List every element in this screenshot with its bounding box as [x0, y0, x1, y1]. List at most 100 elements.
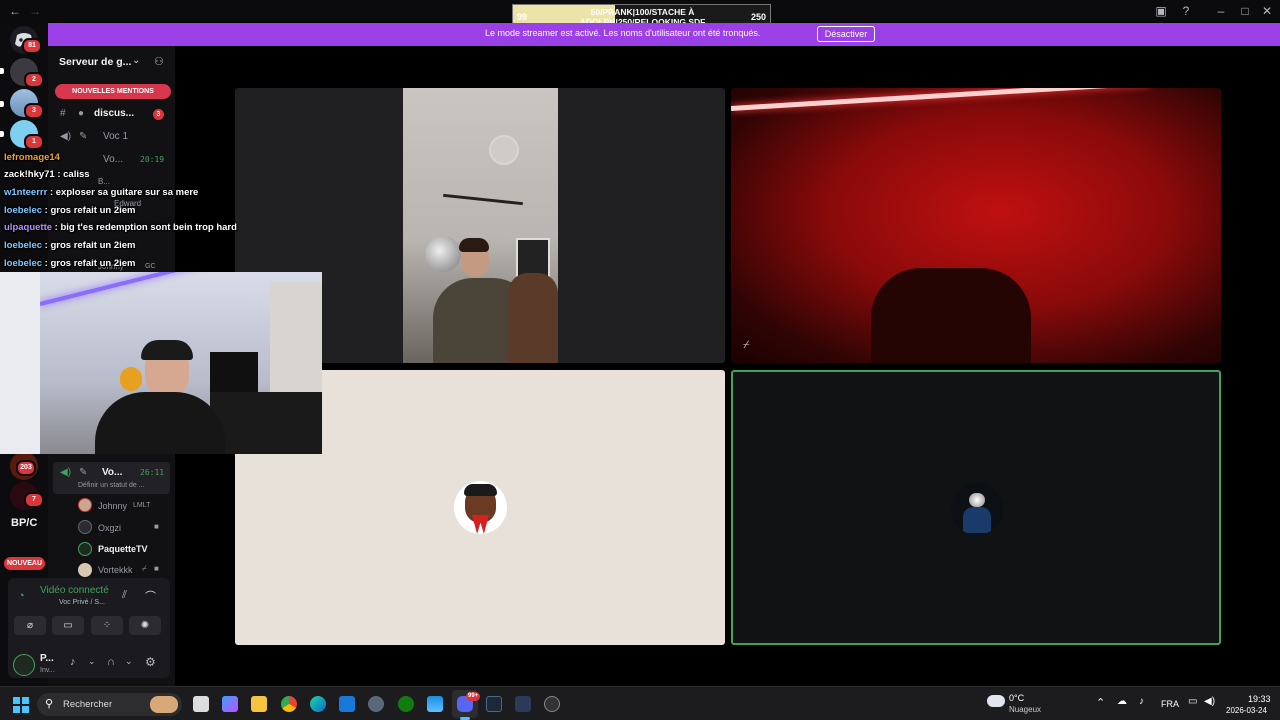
invite-people-icon[interactable]: ⚇ [154, 55, 164, 68]
avatar [78, 520, 92, 534]
windows-taskbar: ⚲ Rechercher 99+ 0°C Nuageux ⌃ ☁ ♪ FRA ▭… [0, 686, 1280, 720]
goal-target-value: 250 [750, 12, 766, 22]
new-mentions-pill[interactable]: NOUVELLES MENTIONS [55, 84, 171, 99]
camera-icon: ■ [154, 522, 159, 531]
settings-app-icon[interactable] [368, 696, 384, 712]
mail-icon[interactable] [339, 696, 355, 712]
figurine [120, 367, 142, 391]
activities-button[interactable]: ⁘ [91, 616, 123, 635]
clock-time[interactable]: 19:33 [1248, 694, 1271, 704]
minimize-icon[interactable]: – [1212, 0, 1230, 22]
windows-start-icon[interactable] [13, 697, 29, 713]
gear-icon[interactable]: ⚙ [145, 655, 156, 669]
speech-bubble-icon: ● [78, 108, 85, 119]
microphone-icon[interactable]: ♪ [70, 656, 76, 668]
soundboard-button[interactable]: ✺ [129, 616, 161, 635]
microphone-tray-icon[interactable]: ♪ [1139, 696, 1144, 707]
chat-message: ulpaquette : big t'es redemption sont be… [4, 222, 237, 233]
text-channel-name[interactable]: discus... [94, 108, 134, 119]
goal-line-1: 50/PRANK|100/STACHE À [590, 7, 695, 17]
chat-text: : exploser sa guitare sur sa mere [49, 187, 199, 198]
user-name[interactable]: P... [40, 653, 54, 664]
video-tile-speaking[interactable] [731, 370, 1221, 645]
member-name[interactable]: B... [98, 177, 110, 186]
cloud-icon [987, 695, 1005, 707]
chevron-down-icon[interactable]: ⌄ [125, 656, 133, 667]
user-avatar[interactable] [13, 654, 35, 676]
chat-username: loebelec [4, 240, 43, 251]
chevron-up-icon[interactable]: ⌃ [1096, 696, 1105, 709]
camera-off-button[interactable]: ⌀ [14, 616, 46, 635]
muted-icon: ⌿ [142, 564, 147, 573]
chat-username: w1nteerrr [4, 187, 48, 198]
volume-icon[interactable]: ◀) [1204, 696, 1215, 707]
avatar [78, 563, 92, 577]
server-name[interactable]: Serveur de g... [59, 56, 131, 68]
voice-channel-name[interactable]: Vo... [103, 154, 123, 165]
chat-message: w1nteerrr : exploser sa guitare sur sa m… [4, 187, 198, 198]
language-indicator[interactable]: FRA [1161, 699, 1179, 709]
help-icon[interactable]: ? [1177, 0, 1195, 22]
avatar [78, 498, 92, 512]
obs-icon[interactable] [544, 696, 560, 712]
display-tray-icon[interactable]: ▭ [1188, 696, 1197, 707]
weather-temp[interactable]: 0°C [1009, 693, 1024, 703]
task-view-icon[interactable] [193, 696, 209, 712]
monitor [210, 352, 258, 392]
steam-icon[interactable] [486, 696, 502, 712]
desk [210, 392, 322, 454]
noise-suppression-icon[interactable]: ⫽ [122, 589, 127, 602]
chevron-down-icon[interactable]: ⌄ [88, 656, 96, 667]
member-name[interactable]: Johnny [98, 501, 127, 511]
close-window-icon[interactable]: ✕ [1258, 0, 1276, 22]
poster [516, 238, 550, 278]
streamer-mode-banner: Le mode streamer est activé. Les noms d'… [48, 23, 1280, 46]
server-text-icon[interactable]: BP/C [11, 517, 37, 529]
chat-username: loebelec [4, 258, 43, 269]
search-highlight-icon [150, 696, 178, 713]
disconnect-icon[interactable]: ⌒ [145, 588, 156, 604]
app-icon[interactable] [515, 696, 531, 712]
member-name[interactable]: Vortekkk [98, 565, 133, 575]
chevron-down-icon[interactable]: ⌄ [132, 55, 140, 66]
clock-date[interactable]: 2026-03-24 [1226, 706, 1267, 715]
edge-icon[interactable] [310, 696, 326, 712]
chat-username: zack!hky71 [4, 169, 55, 180]
xbox-icon[interactable] [398, 696, 414, 712]
video-tile[interactable]: ⌿ [731, 88, 1221, 363]
discord-taskbar-badge: 99+ [466, 692, 481, 701]
voice-channel-name[interactable]: Voc 1 [103, 131, 128, 142]
headphones-icon[interactable]: ∩ [107, 656, 115, 668]
member-name[interactable]: PaquetteTV [98, 544, 148, 554]
taskbar-search[interactable]: ⚲ Rechercher [37, 693, 182, 716]
avatar-figure-body [963, 507, 991, 533]
streamer-hair [141, 340, 193, 360]
file-explorer-icon[interactable] [251, 696, 267, 712]
back-arrow-icon[interactable]: ← [6, 0, 24, 22]
voice-channel-name[interactable]: Vo... [102, 467, 122, 478]
wall-panel [0, 272, 40, 454]
chair [508, 273, 558, 363]
banner-message: Le mode streamer est activé. Les noms d'… [485, 28, 761, 38]
avatar [78, 542, 92, 556]
channel-status[interactable]: Définir un statut de ... [78, 482, 145, 489]
forward-arrow-icon[interactable]: → [26, 0, 44, 22]
member-name[interactable]: Oxgzi [98, 523, 121, 533]
copilot-icon[interactable] [222, 696, 238, 712]
connected-channel[interactable]: Voc Privé / S... [59, 599, 105, 606]
disable-streamer-mode-button[interactable]: Désactiver [817, 26, 875, 42]
server-unread-badge: 203 [16, 460, 36, 476]
member-tag: LMLT [133, 502, 151, 509]
chrome-icon[interactable] [281, 696, 297, 712]
screen-share-button[interactable]: ▭ [52, 616, 84, 635]
chat-text: : caliss [57, 169, 90, 180]
person-hair [459, 238, 489, 252]
network-tray-icon[interactable]: ☁ [1117, 696, 1127, 707]
maximize-icon[interactable]: □ [1236, 0, 1254, 22]
goal-current-value: 99 [517, 12, 528, 22]
participant-avatar [951, 483, 1003, 535]
new-server-badge: NOUVEAU [4, 557, 46, 570]
inbox-icon[interactable]: ▣ [1152, 0, 1170, 22]
chat-message: loebelec : gros refait un 2iem [4, 240, 135, 251]
microsoft-store-icon[interactable] [427, 696, 443, 712]
